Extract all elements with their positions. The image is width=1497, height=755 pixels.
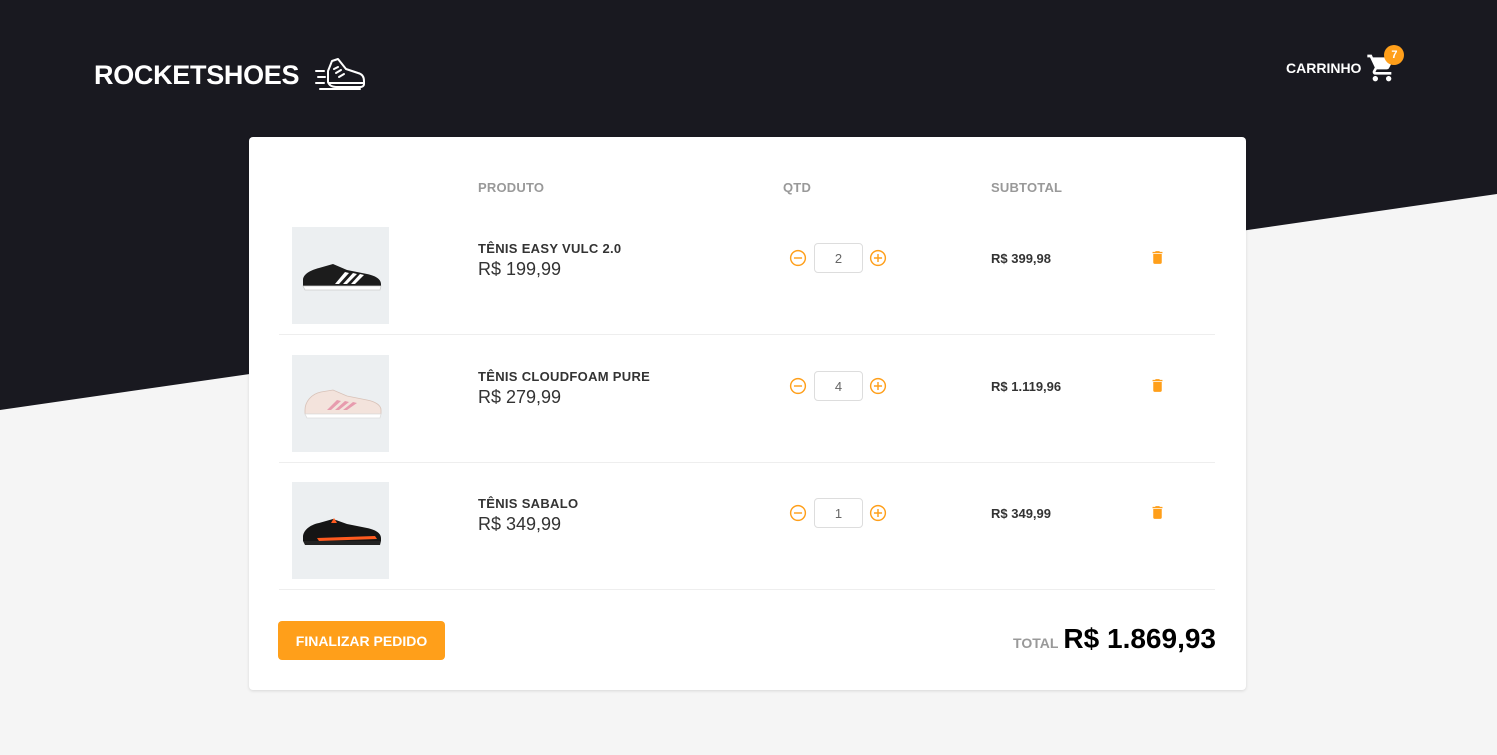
trash-icon[interactable] — [1149, 377, 1166, 394]
cart-container: PRODUTO QTD SUBTOTAL TÊNIS EASY VULC 2.0… — [249, 137, 1246, 690]
product-name: TÊNIS CLOUDFOAM PURE — [478, 369, 651, 384]
product-image — [292, 482, 389, 579]
decrement-icon[interactable] — [789, 249, 807, 267]
product-name: TÊNIS EASY VULC 2.0 — [478, 241, 622, 256]
increment-icon[interactable] — [869, 504, 887, 522]
column-header-product: PRODUTO — [478, 180, 545, 195]
item-subtotal: R$ 399,98 — [991, 251, 1051, 266]
cart-item-row: TÊNIS EASY VULC 2.0 R$ 199,99 R$ 399,98 — [279, 207, 1215, 335]
cart-item-row: TÊNIS CLOUDFOAM PURE R$ 279,99 R$ 1.119,… — [279, 335, 1215, 463]
product-name: TÊNIS SABALO — [478, 496, 579, 511]
decrement-icon[interactable] — [789, 504, 807, 522]
product-price: R$ 349,99 — [478, 514, 562, 534]
column-header-subtotal: SUBTOTAL — [991, 180, 1063, 195]
product-image — [292, 227, 389, 324]
logo-text: ROCKETSHOES — [94, 59, 300, 90]
item-subtotal: R$ 349,99 — [991, 506, 1051, 521]
trash-icon[interactable] — [1149, 504, 1166, 521]
trash-icon[interactable] — [1149, 249, 1166, 266]
item-subtotal: R$ 1.119,96 — [991, 379, 1062, 394]
column-header-quantity: QTD — [783, 180, 812, 195]
cart-link[interactable]: CARRINHO 7 — [1286, 45, 1405, 88]
cart-count-badge: 7 — [1384, 45, 1405, 65]
product-image — [292, 355, 389, 452]
pink-sneaker-icon — [303, 389, 382, 418]
quantity-input[interactable] — [814, 243, 863, 273]
total-section: TOTAL R$ 1.869,93 — [1013, 623, 1216, 655]
cart-label: CARRINHO — [1286, 60, 1362, 76]
cart-icon-wrapper: 7 — [1366, 45, 1405, 84]
sneaker-icon — [315, 58, 366, 90]
quantity-input[interactable] — [814, 371, 863, 401]
product-price: R$ 279,99 — [478, 387, 562, 407]
decrement-icon[interactable] — [789, 377, 807, 395]
increment-icon[interactable] — [869, 377, 887, 395]
cart-item-row: TÊNIS SABALO R$ 349,99 R$ 349,99 — [279, 462, 1215, 590]
checkout-button[interactable]: FINALIZAR PEDIDO — [278, 621, 445, 660]
black-white-sneaker-icon — [301, 263, 382, 290]
logo-link[interactable]: ROCKETSHOES — [94, 57, 366, 93]
quantity-input[interactable] — [814, 498, 863, 528]
black-orange-sneaker-icon — [302, 517, 381, 545]
total-label: TOTAL — [1013, 635, 1059, 651]
total-value: R$ 1.869,93 — [1063, 623, 1216, 654]
header: ROCKETSHOES CARRINHO 7 — [0, 0, 1497, 137]
increment-icon[interactable] — [869, 249, 887, 267]
product-price: R$ 199,99 — [478, 259, 562, 279]
